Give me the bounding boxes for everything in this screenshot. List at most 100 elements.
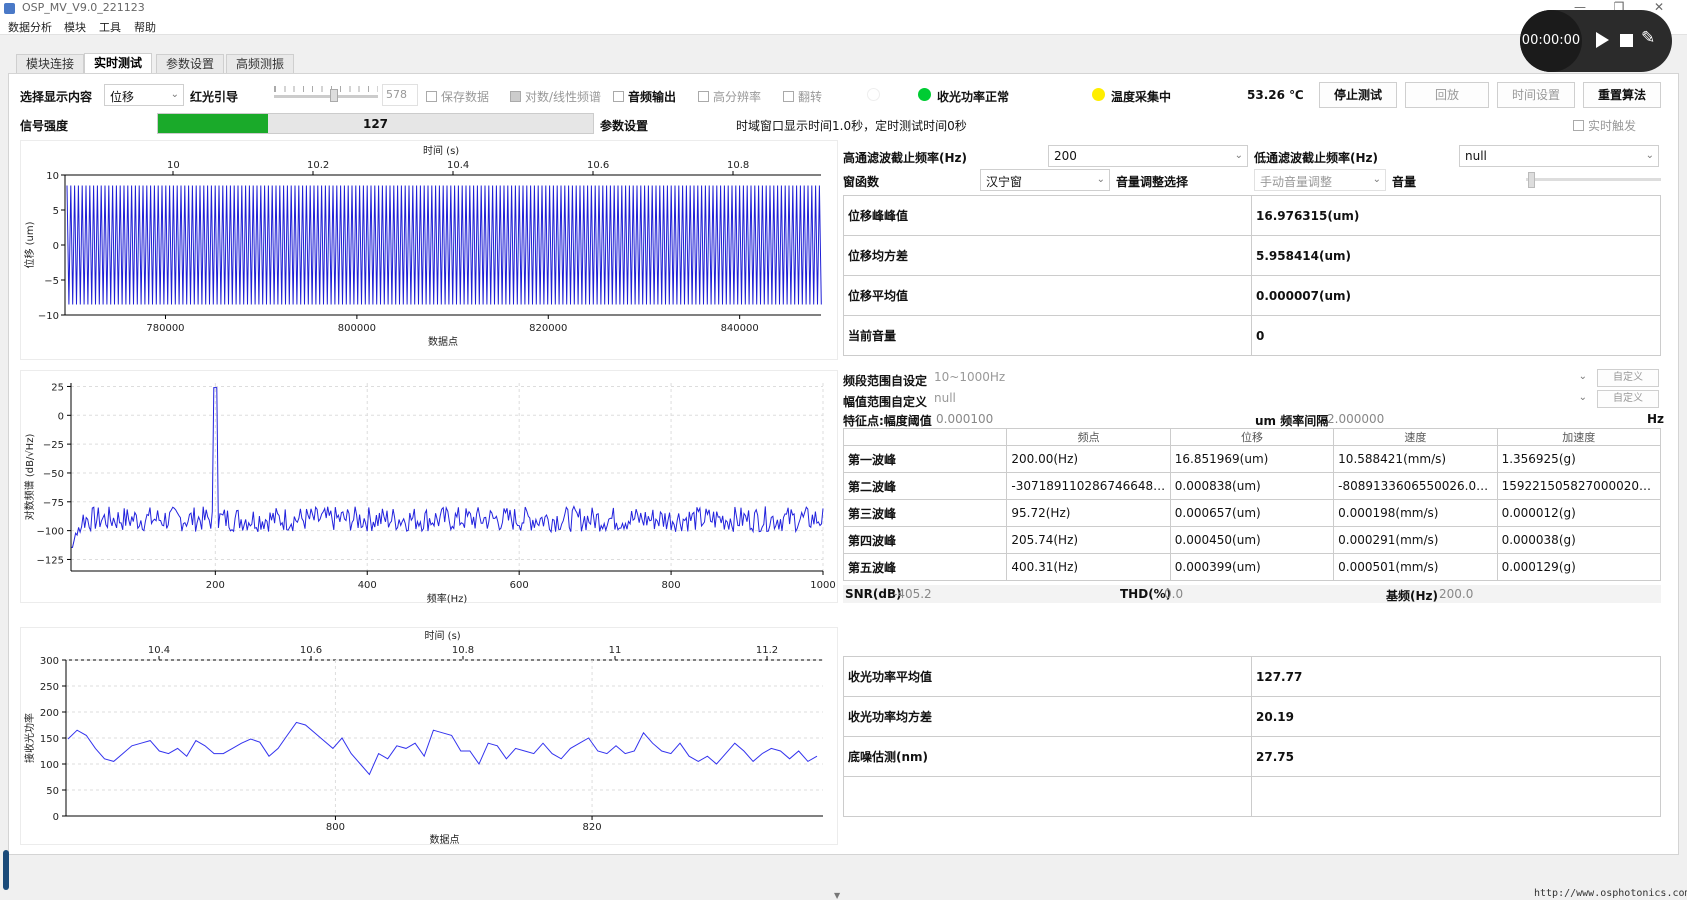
power-chart: 时间 (s) 10.4 10.6 10.8 11 11.2 300 250 200 150 100 5… — [20, 627, 858, 846]
save-data-checkbox[interactable]: 保存数据 — [426, 88, 489, 105]
y-tick-label: −10 — [38, 311, 59, 322]
log-linear-checkbox[interactable]: 对数/线性频谱 — [510, 88, 601, 105]
window-function-select[interactable]: 汉宁窗 ⌄ — [980, 169, 1110, 191]
peaks-cell: 0.000450(um) — [1169, 526, 1335, 554]
volume-slider-handle[interactable] — [1528, 172, 1535, 188]
power-stats-label: 底噪估测(nm) — [843, 736, 1252, 777]
y-tick-label: 300 — [40, 656, 59, 667]
amp-range-select[interactable]: null ⌄ — [929, 388, 1591, 410]
peaks-cell: -8089133606550026.000000...s) — [1333, 472, 1498, 500]
app-icon — [4, 3, 15, 14]
audio-output-checkbox[interactable]: 音频输出 — [613, 88, 676, 105]
volume-mode-select[interactable]: 手动音量调整 ⌄ — [1254, 169, 1386, 191]
peaks-row-label: 第三波峰 — [842, 499, 1008, 527]
power-stats-row: 收光功率均方差 20.19 — [843, 696, 1661, 737]
high-res-checkbox[interactable]: 高分辨率 — [698, 88, 761, 105]
stop-icon[interactable] — [1620, 34, 1633, 47]
y-tick-label: −50 — [43, 469, 64, 480]
menu-data-analysis[interactable]: 数据分析 — [8, 19, 52, 35]
highpass-label: 高通滤波截止频率(Hz) — [843, 151, 967, 165]
peaks-cell: 0.000838(um) — [1169, 472, 1335, 500]
play-icon[interactable] — [1596, 32, 1609, 48]
reset-algorithm-button[interactable]: 重置算法 — [1583, 82, 1661, 108]
x-tick-label: 1000 — [810, 580, 835, 591]
base-freq-value: 200.0 — [1439, 587, 1474, 601]
menu-tools[interactable]: 工具 — [99, 19, 121, 35]
realtime-trigger-checkbox[interactable]: 实时触发 — [1573, 117, 1636, 134]
menu-module[interactable]: 模块 — [64, 19, 86, 35]
time-settings-button[interactable]: 时间设置 — [1497, 82, 1575, 108]
stats-label: 位移峰峰值 — [843, 195, 1252, 236]
displacement-plot: 时间 (s) 10 10.2 10.4 10.6 10.8 10 5 0 −5 −10 780000 8… — [23, 144, 822, 348]
peaks-cell: 205.74(Hz) — [1006, 526, 1171, 554]
top-tick-label: 10.8 — [452, 645, 474, 656]
volume-select-label: 音量调整选择 — [1116, 175, 1189, 189]
y-tick-label: 250 — [40, 682, 59, 693]
chevron-down-icon: ⌄ — [1578, 392, 1587, 403]
freq-interval-value[interactable]: 2.000000 — [1327, 412, 1384, 426]
chevron-down-icon: ⌄ — [1372, 174, 1381, 185]
flip-checkbox[interactable]: 翻转 — [783, 88, 822, 105]
stats-value: 0.000007(um) — [1251, 275, 1661, 316]
y-tick-label: −100 — [37, 527, 64, 538]
spectrum-chart: 25 0 −25 −50 −75 −100 −125 200 400 600 800 1000 频率(H… — [20, 370, 838, 605]
peaks-header: 速度 — [1333, 428, 1498, 446]
slider-handle[interactable] — [330, 89, 338, 102]
time-window-info: 时域窗口显示时间1.0秒，定时测试时间0秒 — [736, 119, 967, 133]
power-stats-label: 收光功率均方差 — [843, 696, 1252, 737]
peaks-table: 频点 位移 速度 加速度 第一波峰 200.00(Hz) 16.851969(um) 10.… — [842, 428, 1662, 581]
tab-module-connect[interactable]: 模块连接 — [16, 54, 85, 73]
top-tick-label: 11 — [609, 645, 622, 656]
tab-param-settings[interactable]: 参数设置 — [156, 54, 225, 73]
volume-slider[interactable] — [1526, 172, 1661, 188]
power-status-dot — [918, 88, 931, 101]
x-tick-label: 820000 — [529, 323, 567, 334]
redlight-label: 红光引导 — [190, 90, 239, 104]
stop-test-button[interactable]: 停止测试 — [1319, 82, 1397, 108]
freq-range-select[interactable]: 10~1000Hz ⌄ — [929, 367, 1591, 389]
amp-custom-button[interactable]: 自定义 — [1597, 390, 1659, 408]
freq-custom-button[interactable]: 自定义 — [1597, 369, 1659, 387]
displacement-stats-table: 位移峰峰值 16.976315(um) 位移均方差 5.958414(um) 位移平均值… — [843, 195, 1661, 356]
spectrum-plot: 25 0 −25 −50 −75 −100 −125 200 400 600 800 1000 频率(H… — [23, 382, 836, 605]
pen-icon[interactable]: ✎ — [1641, 28, 1655, 48]
peaks-cell: 16.851969(um) — [1169, 445, 1335, 473]
peaks-header: 频点 — [1006, 428, 1171, 446]
freq-interval-unit: Hz — [1647, 412, 1665, 426]
top-tick-label: 10.4 — [447, 160, 469, 171]
window-title: OSP_MV_V9.0_221123 — [22, 1, 145, 14]
slider-value[interactable]: 578 — [382, 84, 418, 106]
power-stats-table: 收光功率平均值 127.77 收光功率均方差 20.19 底噪估测(nm) 27.75 — [843, 656, 1661, 817]
peaks-row-label: 第五波峰 — [842, 553, 1008, 581]
x-tick-label: 400 — [358, 580, 377, 591]
peaks-cell: 200.00(Hz) — [1006, 445, 1171, 473]
highpass-select[interactable]: 200 ⌄ — [1048, 145, 1248, 167]
feature-threshold-value[interactable]: 0.000100 — [936, 412, 993, 426]
tab-realtime-test[interactable]: 实时测试 — [84, 53, 153, 74]
playback-button[interactable]: 回放 — [1405, 82, 1489, 108]
tab-hf-vibration[interactable]: 高频测振 — [226, 54, 295, 73]
peaks-cell: 400.31(Hz) — [1006, 553, 1171, 581]
display-content-select[interactable]: 位移 ⌄ — [104, 84, 184, 106]
power-stats-row — [843, 776, 1661, 817]
displacement-chart: 时间 (s) 10 10.2 10.4 10.6 10.8 10 5 0 −5 −10 780000 8… — [20, 140, 838, 360]
x-tick-label: 800000 — [338, 323, 376, 334]
chevron-down-icon: ⌄ — [1578, 371, 1587, 382]
peaks-cell: 10.588421(mm/s) — [1333, 445, 1498, 473]
x-axis-label: 频率(Hz) — [427, 592, 468, 604]
x-tick-label: 780000 — [146, 323, 184, 334]
y-tick-label: 150 — [40, 734, 59, 745]
stats-value: 0 — [1251, 315, 1661, 356]
redlight-slider[interactable] — [274, 86, 378, 102]
stats-row: 当前音量 0 — [843, 315, 1661, 356]
y-tick-label: −5 — [44, 276, 59, 287]
peaks-cell: 1592215058270000200033​2... — [1496, 472, 1662, 500]
menu-help[interactable]: 帮助 — [134, 19, 156, 35]
y-tick-label: 0 — [53, 241, 59, 252]
peaks-cell: 1.356925(g) — [1496, 445, 1662, 473]
y-tick-label: 0 — [53, 812, 59, 823]
lowpass-select[interactable]: null ⌄ — [1459, 145, 1659, 167]
peaks-header: 加速度 — [1496, 428, 1662, 446]
footer-url[interactable]: http://www.osphotonics.com/ — [1534, 888, 1687, 899]
peaks-row: 第一波峰 200.00(Hz) 16.851969(um) 10.588421(mm/… — [842, 445, 1662, 473]
